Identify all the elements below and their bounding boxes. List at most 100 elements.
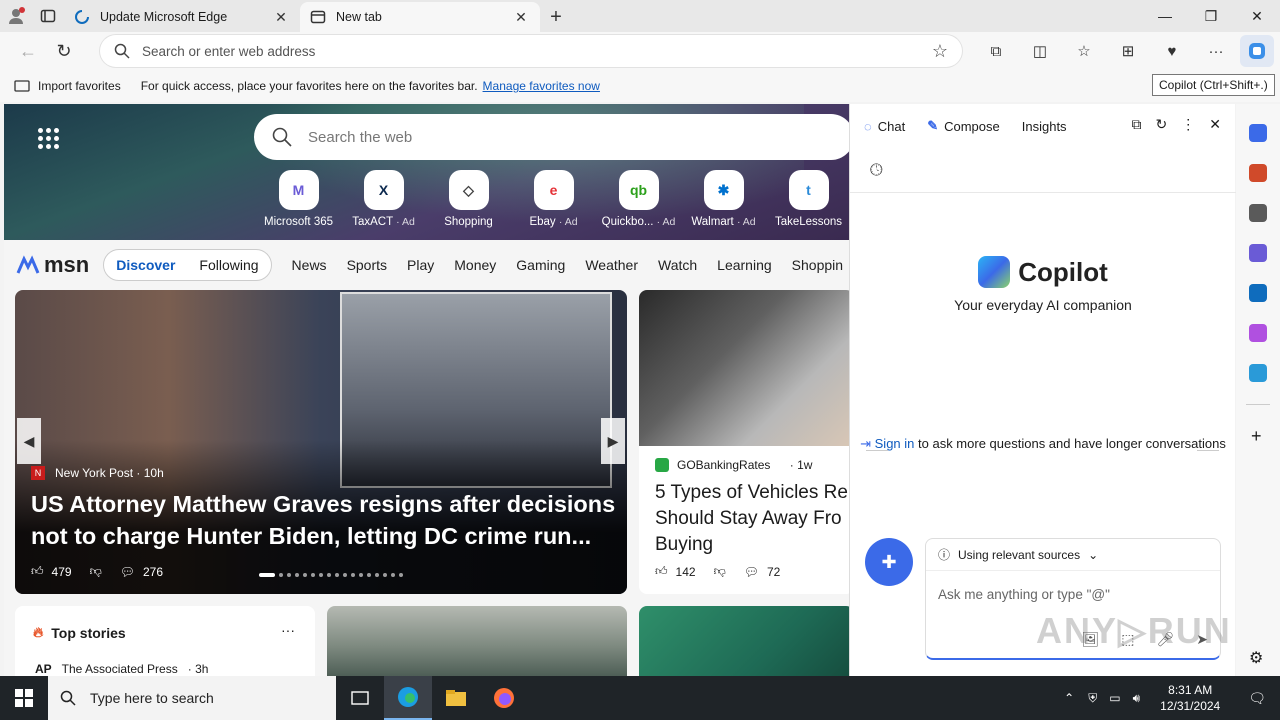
restore-icon[interactable]: ❐ (1188, 0, 1234, 32)
msn-category-link[interactable]: Weather (585, 257, 638, 273)
msn-category-link[interactable]: Money (454, 257, 496, 273)
settings-icon[interactable]: ⚙ (1249, 648, 1263, 668)
close-tab-icon[interactable]: ✕ (512, 9, 530, 26)
story-source: GOBankingRates · 1w (655, 458, 849, 472)
like-icon[interactable]: 👍︎ (31, 564, 44, 579)
designer-icon[interactable] (1249, 324, 1267, 342)
quick-link-tile[interactable]: e Ebay · Ad (511, 170, 596, 228)
like-icon[interactable]: 👍︎ (655, 564, 668, 579)
quick-link-tile[interactable]: ◇ Shopping (426, 170, 511, 228)
app-launcher-icon[interactable] (38, 128, 59, 149)
msn-category-link[interactable]: Sports (347, 257, 387, 273)
comment-icon[interactable]: 💬︎ (120, 565, 135, 579)
tab-insights[interactable]: Insights (1022, 119, 1067, 134)
quick-link-tile[interactable]: ✱ Walmart · Ad (681, 170, 766, 228)
outlook-icon[interactable] (1249, 284, 1267, 302)
address-bar[interactable]: Search or enter web address ☆ (100, 35, 962, 67)
signin-link[interactable]: Sign in (875, 436, 915, 451)
dislike-icon[interactable]: 👎︎ (714, 564, 726, 579)
msn-category-link[interactable]: News (292, 257, 327, 273)
add-icon[interactable]: + (1251, 426, 1262, 447)
import-favorites-button[interactable]: Import favorites (14, 79, 121, 93)
favorite-star-icon[interactable]: ☆ (932, 41, 948, 62)
windows-start-icon[interactable] (0, 676, 48, 720)
microsoft-365-icon[interactable] (1249, 244, 1267, 262)
history-icon[interactable]: 🕓︎ (870, 162, 883, 180)
dislike-icon[interactable]: 👎︎ (90, 564, 102, 579)
close-panel-icon[interactable]: ✕ (1209, 116, 1221, 133)
quick-link-tile[interactable]: t TakeLessons (766, 170, 849, 228)
more-options-icon[interactable]: ··· (281, 622, 295, 638)
sources-selector[interactable]: ⓘ Using relevant sources ⌄ (926, 539, 1220, 571)
tab-title: Update Microsoft Edge (100, 10, 228, 24)
more-menu-icon[interactable]: ··· (1194, 35, 1238, 67)
favorites-icon[interactable]: ☆ (1062, 35, 1106, 67)
refresh-icon[interactable]: ↻ (46, 35, 82, 67)
network-icon[interactable]: ▭ (1109, 691, 1120, 705)
games-icon[interactable] (1249, 204, 1267, 222)
msn-category-link[interactable]: Watch (658, 257, 697, 273)
copilot-icon[interactable] (1240, 35, 1274, 67)
search-icon (272, 127, 292, 147)
browser-essentials-icon[interactable]: ♥ (1150, 35, 1194, 67)
comment-icon[interactable]: 💬︎ (744, 565, 759, 579)
quick-link-tile[interactable]: M Microsoft 365 (256, 170, 341, 228)
main-story-card[interactable]: ◀ ▶ N New York Post · 10h US Attorney Ma… (15, 290, 627, 594)
msn-category-link[interactable]: Shoppin (792, 257, 843, 273)
tools-icon[interactable] (1249, 164, 1267, 182)
extensions-icon[interactable]: ⧉ (974, 35, 1018, 67)
security-icon[interactable]: ⛨ (1088, 691, 1097, 706)
taskbar-search[interactable]: Type here to search (48, 676, 336, 720)
ask-input[interactable]: Ask me anything or type "@" (938, 587, 1220, 602)
tab-following[interactable]: Following (187, 257, 270, 273)
close-window-icon[interactable]: ✕ (1234, 0, 1280, 32)
open-in-new-icon[interactable]: ⧉ (1132, 116, 1142, 133)
msn-category-link[interactable]: Learning (717, 257, 772, 273)
tab-compose[interactable]: ✎ Compose (927, 118, 1000, 134)
story-headline[interactable]: US Attorney Matthew Graves resigns after… (31, 488, 621, 552)
tab-update-edge[interactable]: Update Microsoft Edge ✕ (64, 2, 300, 32)
edge-taskbar-icon[interactable] (384, 676, 432, 720)
new-tab-button[interactable]: + (540, 2, 572, 32)
story-headline[interactable]: 5 Types of Vehicles Re Should Stay Away … (655, 480, 849, 558)
msn-category-link[interactable]: Play (407, 257, 434, 273)
firefox-icon[interactable] (480, 676, 528, 720)
msn-category-link[interactable]: Gaming (516, 257, 565, 273)
quick-link-tile[interactable]: qb Quickbo... · Ad (596, 170, 681, 228)
tab-new-tab[interactable]: New tab ✕ (300, 2, 540, 32)
new-topic-button[interactable]: ✚ (865, 538, 913, 586)
more-options-icon[interactable]: ⋮ (1181, 116, 1195, 133)
tab-actions-icon[interactable] (32, 0, 64, 32)
task-view-icon[interactable] (336, 676, 384, 720)
notifications-icon[interactable]: 🗨︎ (1248, 690, 1266, 707)
drop-icon[interactable] (1249, 364, 1267, 382)
quick-link-tile[interactable]: X TaxACT · Ad (341, 170, 426, 228)
manage-favorites-link[interactable]: Manage favorites now (483, 79, 600, 93)
split-screen-icon[interactable]: ◫ (1018, 35, 1062, 67)
favorites-bar: Import favorites For quick access, place… (0, 70, 1280, 102)
carousel-prev-icon[interactable]: ◀ (17, 418, 41, 464)
minimize-icon[interactable]: — (1142, 0, 1188, 32)
taskbar: Type here to search ⌃ ⛨ ▭ 🔊︎ 8:31 AM 12/… (0, 676, 1280, 720)
story-image (639, 290, 849, 446)
back-icon[interactable]: ← (10, 35, 46, 67)
refresh-icon[interactable]: ↻ (1156, 116, 1168, 133)
top-stories-card[interactable]: 🔥︎ Top stories ··· AP The Associated Press… (15, 606, 315, 676)
profile-icon[interactable] (0, 0, 32, 32)
close-tab-icon[interactable]: ✕ (272, 9, 290, 26)
file-explorer-icon[interactable] (432, 676, 480, 720)
story-reactions: 👍︎ 479 👎︎ 💬︎ 276 (31, 564, 164, 579)
tab-discover[interactable]: Discover (104, 257, 187, 273)
story-card[interactable] (327, 606, 627, 676)
chevron-up-icon[interactable]: ⌃ (1064, 691, 1074, 705)
carousel-next-icon[interactable]: ▶ (601, 418, 625, 464)
side-story-card[interactable]: GOBankingRates · 1w 5 Types of Vehicles … (639, 290, 849, 594)
clock[interactable]: 8:31 AM 12/31/2024 (1160, 682, 1220, 714)
story-card[interactable] (639, 606, 849, 676)
volume-icon[interactable]: 🔊︎ (1133, 691, 1141, 706)
web-search-input[interactable]: Search the web (254, 114, 849, 160)
tag-icon[interactable] (1249, 124, 1267, 142)
collections-icon[interactable]: ⊞ (1106, 35, 1150, 67)
tab-chat[interactable]: ◌ Chat (864, 119, 905, 134)
msn-logo[interactable]: msn (16, 252, 89, 278)
